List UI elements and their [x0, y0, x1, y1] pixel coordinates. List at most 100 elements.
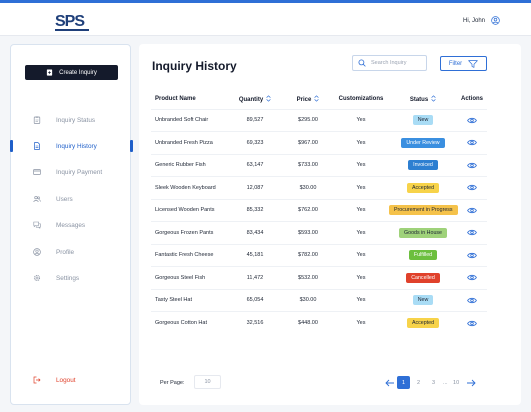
eye-icon[interactable] — [467, 184, 477, 191]
actions-cell — [457, 311, 487, 334]
user-menu[interactable]: Hi, John — [463, 16, 500, 25]
price-cell: $967.00 — [283, 131, 333, 154]
customizations-cell: Yes — [333, 176, 389, 199]
status-cell: New — [389, 288, 457, 312]
column-header-quantity[interactable]: Quantity — [227, 89, 283, 109]
price-cell: $30.00 — [283, 176, 333, 199]
column-header-label: Product Name — [155, 95, 196, 102]
quantity-cell: 65,054 — [227, 288, 283, 312]
sidebar-item-profile[interactable]: Profile — [11, 245, 132, 259]
eye-icon[interactable] — [467, 297, 477, 304]
page-1-button[interactable]: 1 — [397, 376, 410, 389]
table-row[interactable]: Sleek Wooden Keyboard 12,087 $30.00 Yes Acce… — [151, 176, 487, 199]
price-cell: $762.00 — [283, 198, 333, 222]
customizations-cell: Yes — [333, 198, 389, 222]
quantity-cell: 11,472 — [227, 266, 283, 289]
page-3-button[interactable]: 3 — [427, 376, 440, 389]
logout-icon — [33, 376, 41, 384]
column-header-label: Status — [409, 96, 429, 103]
status-badge: Cancelled — [406, 272, 440, 283]
page-2-button[interactable]: 2 — [412, 376, 425, 389]
eye-icon[interactable] — [467, 117, 477, 124]
create-inquiry-button[interactable]: Create Inquiry — [25, 65, 118, 80]
column-header-actions: Actions — [457, 89, 487, 109]
sidebar-item-messages[interactable]: Messages — [11, 218, 132, 232]
table-row[interactable]: Tasty Steel Hat 65,054 $30.00 Yes New — [151, 288, 487, 312]
customizations-cell: Yes — [333, 221, 389, 244]
column-header-label: Quantity — [238, 96, 264, 103]
product-name-cell: Gorgeous Steel Fish — [151, 266, 227, 289]
svg-text:SPS: SPS — [55, 13, 85, 30]
search-icon — [358, 59, 366, 67]
logout-button[interactable]: Logout — [11, 373, 132, 387]
sidebar-item-inquiry-payment[interactable]: Inquiry Payment — [11, 165, 132, 179]
status-badge: New — [412, 115, 434, 126]
credit-card-icon — [33, 169, 41, 175]
product-name-cell: Licensed Wooden Pants — [151, 198, 227, 222]
customizations-cell: Yes — [333, 108, 389, 132]
sort-icon[interactable] — [314, 95, 319, 102]
product-name-cell: Unbranded Fresh Pizza — [151, 131, 227, 154]
status-badge: Under Review — [401, 137, 445, 148]
table-row[interactable]: Gorgeous Cotton Hat 32,516 $448.00 Yes Accep… — [151, 311, 487, 334]
status-badge: Fulfilled — [408, 250, 438, 261]
product-name-cell: Sleek Wooden Keyboard — [151, 176, 227, 199]
search-box[interactable] — [352, 55, 427, 71]
actions-cell — [457, 176, 487, 199]
eye-icon[interactable] — [467, 252, 477, 259]
arrow-left-icon[interactable] — [385, 379, 395, 387]
eye-icon[interactable] — [467, 139, 477, 146]
actions-cell — [457, 243, 487, 267]
quantity-cell: 83,434 — [227, 221, 283, 244]
eye-icon[interactable] — [467, 162, 477, 169]
column-header-price[interactable]: Price — [283, 89, 333, 109]
table-row[interactable]: Licensed Wooden Pants 85,332 $762.00 Yes Pro… — [151, 198, 487, 222]
column-header-customizations[interactable]: Customizations — [333, 89, 389, 109]
sidebar-item-label: Inquiry Payment — [56, 168, 103, 176]
eye-icon[interactable] — [467, 320, 477, 327]
sidebar-item-label: Settings — [56, 274, 80, 282]
sort-icon[interactable] — [431, 95, 436, 102]
customizations-cell: Yes — [333, 288, 389, 312]
column-header-product-name[interactable]: Product Name — [151, 89, 227, 109]
product-name-cell: Gorgeous Frozen Pants — [151, 221, 227, 244]
product-name-cell: Generic Rubber Fish — [151, 153, 227, 177]
document-icon — [34, 142, 40, 150]
brand-logo[interactable]: SPS — [55, 10, 89, 32]
page-last-button[interactable]: 10 — [450, 376, 463, 389]
sidebar-item-inquiry-history[interactable]: Inquiry History — [10, 139, 133, 153]
column-header-status[interactable]: Status — [389, 89, 457, 109]
chat-icon — [33, 221, 41, 229]
arrow-right-icon[interactable] — [466, 379, 476, 387]
sidebar-item-label: Inquiry Status — [56, 116, 96, 124]
table-row[interactable]: Fantastic Fresh Cheese 45,181 $782.00 Yes Fu… — [151, 243, 487, 267]
quantity-cell: 12,087 — [227, 176, 283, 199]
sidebar-item-settings[interactable]: Settings — [11, 271, 132, 285]
clipboard-icon — [33, 116, 41, 124]
table-row[interactable]: Gorgeous Steel Fish 11,472 $532.00 Yes Cance… — [151, 266, 487, 289]
table-row[interactable]: Unbranded Soft Chair 89,527 $295.00 Yes New — [151, 108, 487, 132]
pagination-ellipsis: ... — [443, 379, 448, 386]
filter-label: Filter — [448, 60, 463, 67]
table-row[interactable]: Unbranded Fresh Pizza 69,323 $967.00 Yes Und… — [151, 131, 487, 154]
eye-icon[interactable] — [467, 229, 477, 236]
actions-cell — [457, 221, 487, 244]
inquiry-table: Product Name Quantity Price Customizatio… — [151, 89, 487, 334]
search-input[interactable] — [371, 60, 426, 66]
eye-icon[interactable] — [467, 207, 477, 214]
filter-button[interactable]: Filter — [440, 56, 487, 71]
user-greeting: Hi, John — [462, 17, 485, 24]
users-icon — [33, 195, 41, 203]
sort-icon[interactable] — [266, 95, 271, 102]
per-page-select[interactable]: 10 — [194, 375, 221, 389]
actions-cell — [457, 198, 487, 222]
status-badge: Procurement in Progress — [389, 205, 458, 216]
column-header-label: Price — [296, 96, 312, 103]
table-row[interactable]: Generic Rubber Fish 63,147 $733.00 Yes Invoi… — [151, 153, 487, 177]
eye-icon[interactable] — [467, 274, 477, 281]
actions-cell — [457, 266, 487, 289]
table-row[interactable]: Gorgeous Frozen Pants 83,434 $593.00 Yes Goo… — [151, 221, 487, 244]
sidebar-item-inquiry-status[interactable]: Inquiry Status — [11, 113, 132, 127]
product-name-cell: Unbranded Soft Chair — [151, 108, 227, 132]
sidebar-item-users[interactable]: Users — [11, 192, 132, 206]
